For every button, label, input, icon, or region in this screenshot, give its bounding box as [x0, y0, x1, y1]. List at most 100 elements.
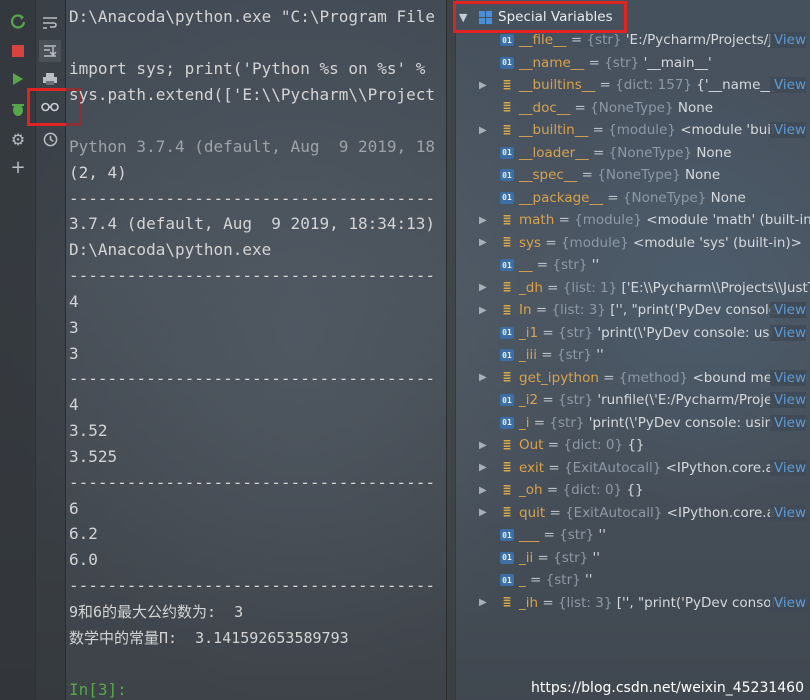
variable-value: '__main__' [643, 54, 712, 71]
watermark-text: https://blog.csdn.net/weixin_45231460 [530, 680, 804, 696]
expand-arrow-icon[interactable]: ▶ [479, 507, 487, 518]
history-icon[interactable] [39, 128, 61, 150]
console-line: -------------------------------------- [69, 473, 436, 492]
expand-arrow-icon[interactable]: ▶ [479, 305, 487, 316]
expand-arrow-icon[interactable]: ▶ [479, 237, 487, 248]
equals-sign: = [538, 392, 558, 408]
run-icon[interactable] [7, 68, 29, 90]
variable-type: {str} [556, 347, 592, 363]
expand-arrow-icon[interactable]: ▶ [479, 462, 487, 473]
expand-arrow-icon[interactable]: ▶ [479, 80, 487, 91]
variable-row[interactable]: ≣ __doc__ = {NoneType} None [455, 97, 810, 119]
view-link[interactable]: View [769, 414, 806, 431]
console-line: 3 [69, 344, 79, 363]
primitive-variable-icon: 01 [500, 191, 514, 204]
console-line: D:\Anacoda\python.exe [69, 240, 272, 259]
variable-row[interactable]: 01 __loader__ = {NoneType} None [455, 142, 810, 164]
variable-row[interactable]: ▶ ≣ __builtins__ = {dict: 157} {'__name__'… [455, 74, 810, 96]
variable-row[interactable]: ▶ ≣ sys = {module} <module 'sys' (built-in… [455, 232, 810, 254]
view-link[interactable]: View [769, 392, 806, 408]
expand-arrow-icon[interactable]: ▶ [479, 485, 487, 496]
variable-text: __name__ = {str} '__main__' [519, 55, 712, 71]
variable-row[interactable]: ▶ ≣ _oh = {dict: 0} {} [455, 479, 810, 501]
console-prompt[interactable]: In[3]: [69, 680, 127, 699]
primitive-variable-icon: 01 [500, 529, 514, 541]
expand-arrow-icon[interactable]: ▶ [479, 282, 487, 293]
expand-arrow-icon[interactable]: ▶ [479, 125, 487, 136]
view-link[interactable]: View [769, 302, 806, 318]
scroll-to-end-icon[interactable] [39, 40, 61, 62]
equals-sign: = [598, 369, 619, 386]
variable-row[interactable]: ▶ ≣ get_ipython = {method} <bound me View [455, 367, 810, 389]
variable-name: In [519, 302, 532, 318]
variable-row[interactable]: ▶ ≣ __builtin__ = {module} <module 'buil Vi… [455, 119, 810, 141]
view-link[interactable]: View [769, 504, 806, 521]
variable-row[interactable]: ▶ ≣ exit = {ExitAutocall} <IPython.core.a V… [455, 457, 810, 479]
variable-row[interactable]: ▶ ≣ math = {module} <module 'math' (built-… [455, 209, 810, 231]
object-variable-icon: ≣ [503, 235, 511, 250]
variable-row[interactable]: ▶ ≣ In = {list: 3} ['', "print('PyDev cons… [455, 299, 810, 321]
primitive-variable-icon: 01 [500, 146, 514, 159]
object-variable-icon: ≣ [503, 595, 511, 610]
variable-row[interactable]: 01 _i1 = {str} 'print(\'PyDev console: us… [455, 322, 810, 344]
variable-row[interactable]: 01 __name__ = {str} '__main__' [455, 52, 810, 74]
primitive-variable-icon: 01 [500, 169, 514, 181]
print-icon[interactable] [39, 68, 61, 90]
variable-row[interactable]: 01 __ = {str} '' [455, 254, 810, 276]
view-link[interactable]: View [769, 32, 806, 48]
expand-arrow-icon[interactable]: ▶ [479, 372, 487, 383]
equals-sign: = [570, 99, 591, 116]
variable-value: <IPython.core.a [665, 459, 774, 476]
variable-row[interactable]: 01 _iii = {str} '' [455, 344, 810, 366]
console-line: -------------------------------------- [69, 189, 436, 208]
view-link[interactable]: View [769, 77, 806, 93]
debug-icon[interactable] [7, 98, 29, 120]
variable-row[interactable]: 01 _i2 = {str} 'runfile(\'E:/Pycharm/Proj… [455, 389, 810, 411]
variable-row[interactable]: 01 _ = {str} '' [455, 569, 810, 591]
variable-row[interactable]: 01 ___ = {str} '' [455, 524, 810, 546]
variable-type: {str} [558, 392, 594, 408]
view-link[interactable]: View [769, 459, 806, 476]
view-link[interactable]: View [769, 369, 806, 386]
expand-arrow-icon[interactable]: ▶ [479, 597, 487, 608]
variable-type: {str} [545, 572, 581, 588]
view-link[interactable]: View [769, 594, 806, 611]
view-link[interactable]: View [769, 122, 806, 138]
view-link[interactable]: View [769, 324, 806, 341]
variable-row[interactable]: 01 __package__ = {NoneType} None [455, 187, 810, 209]
variable-type: {str} [559, 527, 595, 543]
python-console-output[interactable]: D:\Anacoda\python.exe "C:\Program File i… [66, 0, 446, 700]
variable-row[interactable]: 01 _i = {str} 'print(\'PyDev console: usi… [455, 412, 810, 434]
object-variable-icon: ≣ [503, 100, 511, 115]
add-icon[interactable]: + [7, 156, 29, 178]
variable-value: '' [598, 527, 606, 543]
expand-arrow-icon[interactable]: ▶ [479, 215, 487, 226]
variable-type: {str} [553, 549, 589, 566]
variable-type: {str} [549, 414, 585, 431]
rerun-icon[interactable] [7, 10, 29, 32]
variable-text: __builtin__ = {module} <module 'buil [519, 122, 775, 138]
variable-value: None [677, 99, 714, 116]
variable-row[interactable]: ▶ ≣ _ih = {list: 3} ['', "print('PyDev con… [455, 592, 810, 614]
console-line: -------------------------------------- [69, 576, 436, 595]
expand-arrow-icon[interactable]: ▶ [479, 440, 487, 451]
variable-text: _i1 = {str} 'print(\'PyDev console: usi [519, 325, 773, 341]
variable-name: sys [519, 234, 542, 251]
variable-row[interactable]: ▶ ≣ quit = {ExitAutocall} <IPython.core.a V… [455, 502, 810, 524]
variable-type: {str} [586, 32, 622, 48]
variable-row[interactable]: 01 __spec__ = {NoneType} None [455, 164, 810, 186]
variable-row[interactable]: ▶ ≣ _dh = {list: 1} ['E:\\Pycharm\\Project… [455, 277, 810, 299]
variable-text: _i2 = {str} 'runfile(\'E:/Pycharm/Proje [519, 392, 772, 408]
variable-name: exit [519, 459, 545, 476]
variable-type: {list: 3} [557, 594, 613, 611]
object-variable-icon: ≣ [503, 122, 511, 138]
variable-name: __package__ [519, 189, 603, 206]
variable-text: __doc__ = {NoneType} None [519, 100, 713, 116]
variable-row[interactable]: ▶ ≣ Out = {dict: 0} {} [455, 434, 810, 456]
stop-icon[interactable] [7, 40, 29, 62]
settings-icon[interactable]: ⚙ [7, 128, 29, 150]
variable-value: '' [591, 257, 600, 273]
variable-row[interactable]: 01 _ii = {str} '' [455, 547, 810, 569]
variable-text: _iii = {str} '' [519, 347, 604, 363]
soft-wrap-icon[interactable] [39, 12, 61, 34]
